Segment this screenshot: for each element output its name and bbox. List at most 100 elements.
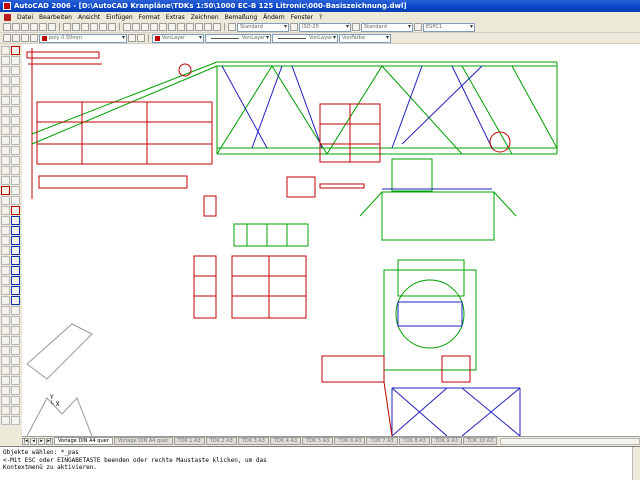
dim-baseline-icon[interactable] [1, 286, 10, 295]
layer-state-icon[interactable] [12, 34, 20, 42]
dim-aligned-icon[interactable] [1, 246, 10, 255]
layer-previous-icon[interactable] [137, 34, 145, 42]
sheet-set-icon[interactable] [186, 23, 194, 31]
menu-einfuegen[interactable]: Einfügen [106, 14, 132, 21]
draworder-icon[interactable] [1, 396, 10, 405]
menu-fenster[interactable]: Fenster [291, 14, 313, 21]
layer-off-icon[interactable] [1, 376, 10, 385]
tab-tdk-6[interactable]: TDK 6 A3 [334, 437, 366, 445]
sun-icon[interactable] [30, 34, 38, 42]
color-select[interactable]: VonLayer [152, 33, 204, 43]
preview-icon[interactable] [39, 23, 47, 31]
menu-zeichnen[interactable]: Zeichnen [191, 14, 219, 21]
hatch-icon[interactable] [1, 186, 10, 195]
osnap-midpoint-icon[interactable] [11, 226, 20, 235]
array-icon[interactable] [11, 86, 20, 95]
dim-update-icon[interactable] [1, 346, 10, 355]
osnap-endpoint-icon[interactable] [11, 216, 20, 225]
tool-palettes-icon[interactable] [177, 23, 185, 31]
first-tab-icon[interactable]: |◂ [22, 437, 29, 445]
rectangle-icon[interactable] [1, 86, 10, 95]
tab-tdk-2[interactable]: TDK 2 A3 [205, 437, 237, 445]
open-icon[interactable] [12, 23, 20, 31]
tab-tdk-7[interactable]: TDK 7 A3 [366, 437, 398, 445]
text-style-select[interactable]: Standard [237, 22, 289, 32]
layer-select[interactable]: poly 0.50mm [39, 33, 127, 43]
zoom-window-icon[interactable] [141, 23, 149, 31]
paste-icon[interactable] [81, 23, 89, 31]
plotstyle-select[interactable]: VonFarbe [339, 33, 391, 43]
new-icon[interactable] [3, 23, 11, 31]
layer-manager-icon[interactable] [3, 34, 11, 42]
ellipse-icon[interactable] [1, 136, 10, 145]
pan-icon[interactable] [123, 23, 131, 31]
help-icon[interactable] [213, 23, 221, 31]
osnap-center-icon[interactable] [11, 246, 20, 255]
circle-icon[interactable] [1, 106, 10, 115]
autocad-app-icon[interactable] [3, 2, 11, 10]
command-line-scrollbar[interactable] [632, 447, 640, 480]
match-properties-icon[interactable] [90, 23, 98, 31]
zoom-all-icon[interactable] [11, 366, 20, 375]
properties-icon[interactable] [159, 23, 167, 31]
command-line[interactable]: Objekte wählen: *_pas <-Mit ESC oder EIN… [0, 446, 640, 480]
list-icon[interactable] [11, 336, 20, 345]
tab-tdk-5[interactable]: TDK 5 A3 [302, 437, 334, 445]
extend-icon[interactable] [11, 146, 20, 155]
break-point-icon[interactable] [11, 156, 20, 165]
xref-icon[interactable] [1, 416, 10, 425]
image-icon[interactable] [11, 416, 20, 425]
tab-vorlage-a4[interactable]: Vorlage DIN A4 quer [113, 437, 173, 445]
join-icon[interactable] [11, 176, 20, 185]
osnap-perpendicular-icon[interactable] [11, 276, 20, 285]
break-icon[interactable] [11, 166, 20, 175]
markup-icon[interactable] [195, 23, 203, 31]
arc-icon[interactable] [1, 96, 10, 105]
zoom-previous-icon[interactable] [150, 23, 158, 31]
dim-edit-icon[interactable] [1, 336, 10, 345]
center-mark-icon[interactable] [1, 326, 10, 335]
menu-bearbeiten[interactable]: Bearbeiten [39, 14, 72, 21]
polygon-icon[interactable] [1, 76, 10, 85]
copy-object-icon[interactable] [11, 56, 20, 65]
revcloud-icon[interactable] [1, 116, 10, 125]
zoom-extents-icon[interactable] [1, 366, 10, 375]
dim-continue-icon[interactable] [1, 296, 10, 305]
print-icon[interactable] [30, 23, 38, 31]
move-icon[interactable] [11, 96, 20, 105]
region-icon[interactable] [1, 206, 10, 215]
make-current-icon[interactable] [128, 34, 136, 42]
dim-linear-icon[interactable] [1, 236, 10, 245]
line-icon[interactable] [1, 46, 10, 55]
save-icon[interactable] [21, 23, 29, 31]
gradient-icon[interactable] [1, 196, 10, 205]
copy-icon[interactable] [72, 23, 80, 31]
polyline-icon[interactable] [1, 66, 10, 75]
tab-tdk-8[interactable]: TDK 8 A3 [398, 437, 430, 445]
fillet-icon[interactable] [11, 196, 20, 205]
osnap-quadrant-icon[interactable] [11, 256, 20, 265]
menu-format[interactable]: Format [139, 14, 160, 21]
menu-hilfe[interactable]: ? [319, 14, 322, 21]
horizontal-scrollbar[interactable] [500, 437, 640, 445]
cut-icon[interactable] [63, 23, 71, 31]
menu-ansicht[interactable]: Ansicht [78, 14, 100, 21]
dim-diameter-icon[interactable] [1, 266, 10, 275]
audit-icon[interactable] [11, 406, 20, 415]
menu-datei[interactable]: Datei [17, 14, 33, 21]
make-block-icon[interactable] [1, 166, 10, 175]
linetype-select[interactable]: VonLayer [205, 33, 271, 43]
lineweight-select[interactable]: VonLayer [272, 33, 338, 43]
osnap-intersection-icon[interactable] [11, 236, 20, 245]
redo-icon[interactable] [108, 23, 116, 31]
tab-vorlage-a4-active[interactable]: Vorlage DIN A4 quer [54, 437, 113, 445]
layer-lock-icon[interactable] [11, 386, 20, 395]
text-edit-icon[interactable] [11, 396, 20, 405]
osnap-nearest-icon[interactable] [11, 286, 20, 295]
tolerance-icon[interactable] [1, 316, 10, 325]
mtext-icon[interactable] [1, 226, 10, 235]
stretch-icon[interactable] [11, 126, 20, 135]
table-icon[interactable] [1, 216, 10, 225]
drawing-area[interactable]: Y └ X [22, 44, 640, 436]
leader-icon[interactable] [1, 306, 10, 315]
